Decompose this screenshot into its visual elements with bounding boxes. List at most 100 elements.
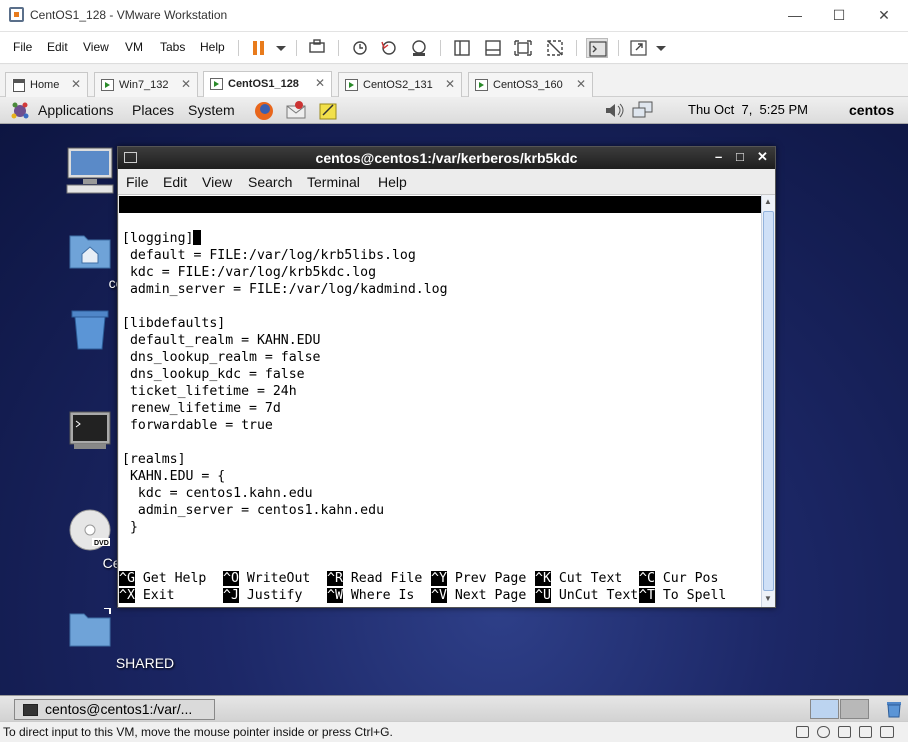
panel-menu-places[interactable]: Places bbox=[132, 102, 174, 118]
trash-applet-icon[interactable] bbox=[885, 700, 903, 718]
display-icon[interactable] bbox=[880, 726, 894, 738]
editor-line[interactable]: default = FILE:/var/log/krb5libs.log bbox=[122, 247, 416, 264]
editor-line[interactable]: admin_server = centos1.kahn.edu bbox=[122, 502, 384, 519]
terminal-close-button[interactable]: ✕ bbox=[757, 149, 768, 165]
editor-line[interactable]: KAHN.EDU = { bbox=[122, 468, 225, 485]
editor-line[interactable]: [logging] bbox=[122, 230, 202, 247]
panel-menu-applications[interactable]: Applications bbox=[38, 102, 114, 118]
close-icon[interactable]: ✕ bbox=[576, 77, 586, 91]
editor-line[interactable]: forwardable = true bbox=[122, 417, 273, 434]
terminal-title: centos@centos1:/var/kerberos/krb5kdc bbox=[315, 150, 578, 166]
close-icon[interactable]: ✕ bbox=[71, 77, 81, 91]
tab-centos3-160[interactable]: CentOS3_160 ✕ bbox=[468, 72, 593, 97]
dvd-icon[interactable]: DVD bbox=[68, 508, 114, 554]
cd-drive-icon[interactable] bbox=[817, 726, 830, 738]
thumbnail-view-icon[interactable] bbox=[482, 38, 504, 58]
firefox-icon[interactable] bbox=[253, 100, 275, 121]
terminal-menu-search[interactable]: Search bbox=[248, 174, 292, 190]
terminal-screen[interactable]: GNU nano 2.0.9 File: /etc/krb5.conf Modi… bbox=[119, 195, 761, 607]
terminal-menu-terminal[interactable]: Terminal bbox=[307, 174, 360, 190]
console-view-icon[interactable] bbox=[586, 38, 608, 58]
menu-view[interactable]: View bbox=[83, 40, 109, 54]
close-icon[interactable]: ✕ bbox=[181, 77, 191, 91]
editor-line[interactable]: admin_server = FILE:/var/log/kadmind.log bbox=[122, 281, 448, 298]
maximize-button[interactable]: ☐ bbox=[824, 4, 854, 26]
terminal-maximize-button[interactable]: □ bbox=[736, 149, 744, 164]
svg-text:DVD: DVD bbox=[94, 540, 109, 547]
terminal-icon[interactable] bbox=[68, 410, 112, 450]
tab-label: CentOS3_160 bbox=[493, 79, 563, 91]
menu-edit[interactable]: Edit bbox=[47, 40, 68, 54]
vm-icon bbox=[345, 79, 358, 91]
editor-line[interactable]: default_realm = KAHN.EDU bbox=[122, 332, 321, 349]
close-button[interactable]: ✕ bbox=[869, 4, 899, 26]
terminal-minimize-button[interactable]: – bbox=[715, 149, 722, 164]
home-folder-icon[interactable] bbox=[68, 230, 112, 270]
gnome-foot-icon[interactable] bbox=[10, 101, 30, 120]
revert-snapshot-icon[interactable] bbox=[378, 38, 400, 58]
email-icon[interactable] bbox=[285, 100, 307, 121]
workspace-2[interactable] bbox=[840, 699, 869, 719]
pause-icon[interactable] bbox=[248, 38, 270, 58]
network-icon[interactable] bbox=[631, 100, 655, 121]
editor-line[interactable]: ticket_lifetime = 24h bbox=[122, 383, 297, 400]
trash-icon[interactable] bbox=[68, 309, 112, 351]
scroll-up-arrow-icon[interactable]: ▲ bbox=[764, 197, 772, 206]
snapshot-icon[interactable] bbox=[349, 38, 371, 58]
volume-icon[interactable] bbox=[603, 100, 625, 121]
close-icon[interactable]: ✕ bbox=[315, 76, 325, 90]
panel-clock[interactable]: Thu Oct 7, 5:25 PM bbox=[688, 102, 808, 117]
scrollbar-thumb[interactable] bbox=[763, 211, 774, 591]
terminal-menu-edit[interactable]: Edit bbox=[163, 174, 187, 190]
library-view-icon[interactable] bbox=[451, 38, 473, 58]
terminal-menu-help[interactable]: Help bbox=[378, 174, 407, 190]
taskbar-terminal-button[interactable]: centos@centos1:/var/... bbox=[14, 699, 215, 720]
shortcut-writeout: ^O WriteOut bbox=[223, 571, 311, 586]
unity-icon[interactable] bbox=[544, 38, 566, 58]
tab-centos2-131[interactable]: CentOS2_131 ✕ bbox=[338, 72, 462, 97]
scroll-down-arrow-icon[interactable]: ▼ bbox=[764, 594, 772, 603]
minimize-button[interactable]: — bbox=[780, 4, 810, 26]
send-ctrl-alt-del-icon[interactable] bbox=[306, 38, 328, 58]
tab-home[interactable]: Home ✕ bbox=[5, 72, 88, 97]
power-dropdown-icon[interactable] bbox=[270, 38, 292, 58]
editor-line[interactable]: [libdefaults] bbox=[122, 315, 225, 332]
editor-line[interactable]: [realms] bbox=[122, 451, 186, 468]
terminal-menu-view[interactable]: View bbox=[202, 174, 232, 190]
terminal-menu-file[interactable]: File bbox=[126, 174, 149, 190]
notes-icon[interactable] bbox=[317, 100, 339, 121]
terminal-scrollbar[interactable]: ▲ ▼ bbox=[761, 195, 775, 607]
editor-line[interactable]: dns_lookup_realm = false bbox=[122, 349, 321, 366]
menu-tabs[interactable]: Tabs bbox=[160, 40, 185, 54]
hard-disk-icon[interactable] bbox=[796, 726, 809, 738]
tab-centos1-128[interactable]: CentOS1_128 ✕ bbox=[203, 71, 332, 97]
panel-user[interactable]: centos bbox=[849, 102, 894, 118]
full-screen-icon[interactable] bbox=[512, 38, 534, 58]
snapshot-manager-icon[interactable] bbox=[408, 38, 430, 58]
terminal-titlebar[interactable]: centos@centos1:/var/kerberos/krb5kdc – □… bbox=[118, 147, 775, 169]
tab-win7-132[interactable]: Win7_132 ✕ bbox=[94, 72, 198, 97]
computer-icon[interactable] bbox=[65, 146, 115, 194]
menu-vm[interactable]: VM bbox=[125, 40, 143, 54]
editor-line[interactable]: renew_lifetime = 7d bbox=[122, 400, 281, 417]
terminal-window[interactable]: centos@centos1:/var/kerberos/krb5kdc – □… bbox=[117, 146, 776, 608]
editor-line[interactable]: kdc = centos1.kahn.edu bbox=[122, 485, 313, 502]
shortcut-to-spell: ^T To Spell bbox=[639, 588, 727, 603]
menu-file[interactable]: File bbox=[13, 40, 32, 54]
usb-icon[interactable] bbox=[859, 726, 872, 738]
stretch-guest-icon[interactable] bbox=[628, 38, 650, 58]
vmware-statusbar: To direct input to this VM, move the mou… bbox=[0, 721, 908, 742]
taskbar-terminal-label: centos@centos1:/var/... bbox=[45, 701, 193, 717]
stretch-dropdown-icon[interactable] bbox=[650, 38, 672, 58]
network-adapter-icon[interactable] bbox=[838, 726, 851, 738]
editor-line[interactable]: } bbox=[122, 519, 138, 536]
editor-line[interactable]: kdc = FILE:/var/log/krb5kdc.log bbox=[122, 264, 376, 281]
folder-icon[interactable] bbox=[68, 607, 112, 648]
shortcut-get-help: ^G Get Help bbox=[119, 571, 207, 586]
menu-help[interactable]: Help bbox=[200, 40, 225, 54]
panel-menu-system[interactable]: System bbox=[188, 102, 235, 118]
close-icon[interactable]: ✕ bbox=[445, 77, 455, 91]
tab-label: CentOS2_131 bbox=[363, 79, 433, 91]
editor-line[interactable]: dns_lookup_kdc = false bbox=[122, 366, 305, 383]
workspace-1[interactable] bbox=[810, 699, 839, 719]
